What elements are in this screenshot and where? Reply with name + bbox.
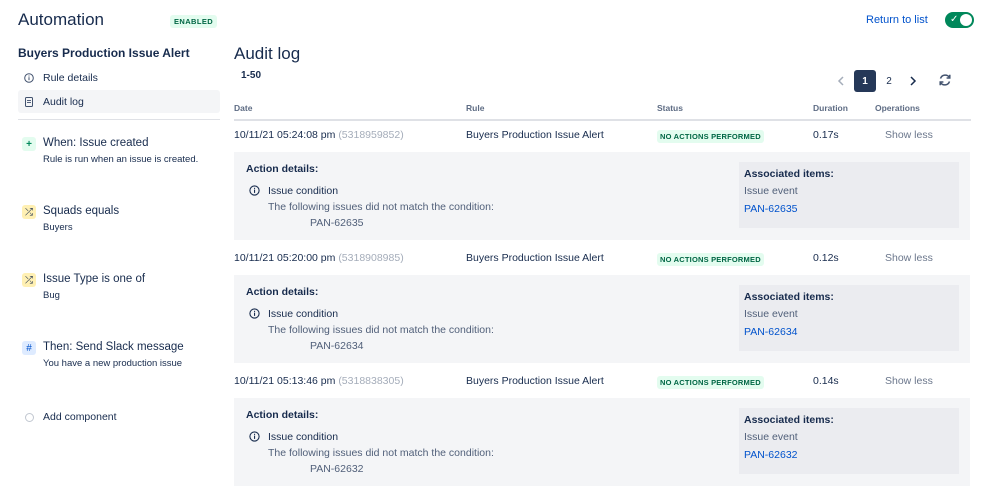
row-date: 10/11/21 05:24:08 pm (5318959852)	[234, 129, 404, 141]
unmatched-issue: PAN-62632	[310, 463, 364, 475]
associated-event: Issue event	[744, 308, 798, 320]
row-date: 10/11/21 05:20:00 pm (5318908985)	[234, 252, 404, 264]
pagination: 1 2	[830, 70, 926, 92]
associated-items-panel: Associated items: Issue event PAN-62635	[739, 162, 959, 228]
component-subtitle: Rule is run when an issue is created.	[43, 154, 199, 165]
sidebar-item-audit-log[interactable]: Audit log	[18, 90, 220, 113]
action-details-heading: Action details:	[246, 286, 319, 298]
info-icon	[249, 431, 260, 442]
chevron-left-icon[interactable]	[830, 70, 852, 92]
condition-name: Issue condition	[268, 308, 339, 320]
status-badge: NO ACTIONS PERFORMED	[657, 376, 764, 389]
row-rule: Buyers Production Issue Alert	[466, 252, 604, 264]
component-title: Squads equals	[43, 205, 120, 217]
component-title: Then: Send Slack message	[43, 341, 184, 353]
column-header-status: Status	[657, 103, 683, 113]
associated-event: Issue event	[744, 431, 798, 443]
row-id: (5318959852)	[338, 129, 404, 141]
chevron-right-icon[interactable]	[902, 70, 924, 92]
show-less-link[interactable]: Show less	[885, 375, 933, 387]
unmatched-issue: PAN-62635	[310, 217, 364, 229]
associated-items-panel: Associated items: Issue event PAN-62632	[739, 408, 959, 474]
action-details-heading: Action details:	[246, 409, 319, 421]
sidebar-item-label: Audit log	[43, 95, 84, 108]
component-subtitle: Buyers	[43, 222, 73, 233]
rule-name: Buyers Production Issue Alert	[18, 46, 190, 60]
component-subtitle: You have a new production issue	[43, 358, 183, 369]
app-title: Automation	[18, 10, 104, 29]
row-id: (5318908985)	[338, 252, 404, 264]
page-button-2[interactable]: 2	[878, 70, 900, 92]
check-icon: ✓	[950, 14, 959, 25]
result-range: 1-50	[241, 70, 262, 81]
condition-message: The following issues did not match the c…	[268, 324, 494, 336]
component-subtitle: Bug	[43, 290, 60, 301]
shuffle-icon: ⤮	[22, 205, 36, 219]
column-header-rule: Rule	[466, 103, 485, 113]
row-date: 10/11/21 05:13:46 pm (5318838305)	[234, 375, 404, 387]
rule-enabled-toggle[interactable]: ✓	[945, 12, 974, 28]
row-rule: Buyers Production Issue Alert	[466, 129, 604, 141]
row-id: (5318838305)	[338, 375, 404, 387]
row-duration: 0.14s	[813, 375, 839, 387]
component-title: When: Issue created	[43, 137, 149, 149]
condition-message: The following issues did not match the c…	[268, 201, 494, 213]
action-details-panel: Action details: Issue condition The foll…	[234, 152, 970, 240]
unmatched-issue: PAN-62634	[310, 340, 364, 352]
associated-event: Issue event	[744, 185, 798, 197]
document-icon	[24, 96, 34, 107]
add-component-label: Add component	[43, 411, 117, 423]
condition-message: The following issues did not match the c…	[268, 447, 494, 459]
associated-items-panel: Associated items: Issue event PAN-62634	[739, 285, 959, 351]
add-circle-icon	[25, 413, 34, 422]
issue-link[interactable]: PAN-62632	[744, 449, 798, 461]
status-badge: NO ACTIONS PERFORMED	[657, 130, 764, 143]
sidebar-item-label: Rule details	[43, 71, 98, 84]
associated-items-heading: Associated items:	[744, 414, 834, 426]
info-icon	[249, 308, 260, 319]
enabled-badge: ENABLED	[170, 15, 218, 28]
issue-link[interactable]: PAN-62634	[744, 326, 798, 338]
row-duration: 0.12s	[813, 252, 839, 264]
status-badge: NO ACTIONS PERFORMED	[657, 253, 764, 266]
toggle-knob	[960, 14, 972, 26]
page-title: Audit log	[234, 44, 301, 63]
component-title: Issue Type is one of	[43, 273, 146, 285]
action-details-panel: Action details: Issue condition The foll…	[234, 275, 970, 363]
table-header-divider	[234, 119, 971, 121]
action-details-panel: Action details: Issue condition The foll…	[234, 398, 970, 486]
action-details-heading: Action details:	[246, 163, 319, 175]
column-header-date: Date	[234, 103, 253, 113]
associated-items-heading: Associated items:	[744, 168, 834, 180]
side-nav: Rule details Audit log	[18, 66, 220, 114]
plus-icon: +	[22, 137, 36, 151]
slack-icon: #	[22, 341, 36, 355]
condition-name: Issue condition	[268, 431, 339, 443]
return-to-list-link[interactable]: Return to list	[866, 14, 928, 26]
refresh-icon[interactable]	[937, 72, 953, 88]
sidebar-item-rule-details[interactable]: Rule details	[18, 66, 220, 89]
row-duration: 0.17s	[813, 129, 839, 141]
page-button-1[interactable]: 1	[854, 70, 876, 92]
issue-link[interactable]: PAN-62635	[744, 203, 798, 215]
info-icon	[249, 185, 260, 196]
condition-name: Issue condition	[268, 185, 339, 197]
column-header-operations: Operations	[875, 103, 920, 113]
show-less-link[interactable]: Show less	[885, 252, 933, 264]
show-less-link[interactable]: Show less	[885, 129, 933, 141]
associated-items-heading: Associated items:	[744, 291, 834, 303]
column-header-duration: Duration	[813, 103, 848, 113]
sidebar-divider	[18, 119, 220, 120]
info-icon	[24, 72, 34, 83]
shuffle-icon: ⤮	[22, 273, 36, 287]
row-rule: Buyers Production Issue Alert	[466, 375, 604, 387]
